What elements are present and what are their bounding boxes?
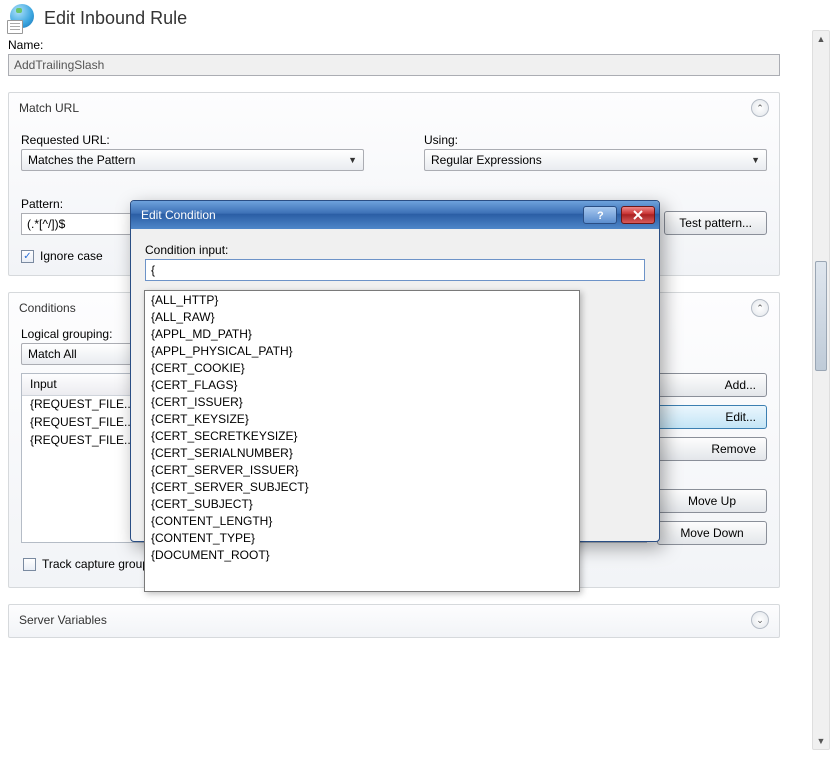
move-up-button[interactable]: Move Up [657,489,767,513]
page-header: Edit Inbound Rule [8,0,780,34]
dropdown-option[interactable]: {CERT_FLAGS} [145,376,579,393]
track-capture-checkbox[interactable] [23,558,36,571]
grouping-value: Match All [28,347,77,361]
dropdown-option[interactable]: {CERT_SECRETKEYSIZE} [145,427,579,444]
match-url-title: Match URL [19,101,79,115]
dropdown-option[interactable]: {CERT_SUBJECT} [145,495,579,512]
dropdown-option[interactable]: {APPL_MD_PATH} [145,325,579,342]
requested-url-value: Matches the Pattern [28,153,135,167]
test-pattern-button[interactable]: Test pattern... [664,211,767,235]
collapse-match-url-button[interactable]: ⌃ [751,99,769,117]
conditions-title: Conditions [19,301,76,315]
using-combo[interactable]: Regular Expressions ▼ [424,149,767,171]
condition-input-field[interactable] [145,259,645,281]
using-label: Using: [424,133,767,147]
dropdown-option[interactable]: {CERT_SERVER_SUBJECT} [145,478,579,495]
server-variables-panel: Server Variables ⌄ [8,604,780,638]
using-value: Regular Expressions [431,153,542,167]
ignore-case-label: Ignore case [40,249,103,263]
close-icon [632,209,644,221]
dialog-titlebar[interactable]: Edit Condition ? [131,201,659,229]
chevron-up-icon: ⌃ [756,303,764,314]
requested-url-label: Requested URL: [21,133,364,147]
name-input[interactable] [8,54,780,76]
dropdown-option[interactable]: {APPL_PHYSICAL_PATH} [145,342,579,359]
dropdown-option[interactable]: {ALL_RAW} [145,308,579,325]
chevron-up-icon: ⌃ [756,103,764,114]
dropdown-option[interactable]: {CERT_KEYSIZE} [145,410,579,427]
expand-server-vars-button[interactable]: ⌄ [751,611,769,629]
ignore-case-checkbox[interactable]: ✓ [21,250,34,263]
condition-input-dropdown[interactable]: {ALL_HTTP}{ALL_RAW}{APPL_MD_PATH}{APPL_P… [144,290,580,592]
scrollbar-thumb[interactable] [815,261,827,371]
dialog-title: Edit Condition [141,208,216,222]
move-down-button[interactable]: Move Down [657,521,767,545]
chevron-down-icon: ⌄ [756,615,764,626]
chevron-down-icon: ▼ [348,155,357,165]
server-variables-title: Server Variables [19,613,107,627]
condition-input-label: Condition input: [145,243,645,257]
dialog-help-button[interactable]: ? [583,206,617,224]
page-title: Edit Inbound Rule [44,8,187,29]
requested-url-combo[interactable]: Matches the Pattern ▼ [21,149,364,171]
remove-condition-button[interactable]: Remove [657,437,767,461]
dropdown-option[interactable]: {DOCUMENT_ROOT} [145,546,579,563]
svg-text:?: ? [597,210,604,221]
chevron-down-icon: ▼ [751,155,760,165]
dropdown-option[interactable]: {CERT_SERVER_ISSUER} [145,461,579,478]
dropdown-option[interactable]: {CERT_SERIALNUMBER} [145,444,579,461]
scroll-up-icon[interactable]: ▲ [813,31,829,47]
edit-condition-button[interactable]: Edit... [657,405,767,429]
add-condition-button[interactable]: Add... [657,373,767,397]
dropdown-option[interactable]: {CERT_ISSUER} [145,393,579,410]
scroll-down-icon[interactable]: ▼ [813,733,829,749]
dropdown-option[interactable]: {CONTENT_TYPE} [145,529,579,546]
iis-rule-icon [8,4,36,32]
dropdown-option[interactable]: {CERT_COOKIE} [145,359,579,376]
dropdown-option[interactable]: {ALL_HTTP} [145,291,579,308]
collapse-conditions-button[interactable]: ⌃ [751,299,769,317]
dropdown-option[interactable]: {CONTENT_LENGTH} [145,512,579,529]
name-label: Name: [8,38,780,52]
help-icon: ? [594,209,606,221]
vertical-scrollbar[interactable]: ▲ ▼ [812,30,830,750]
dialog-close-button[interactable] [621,206,655,224]
